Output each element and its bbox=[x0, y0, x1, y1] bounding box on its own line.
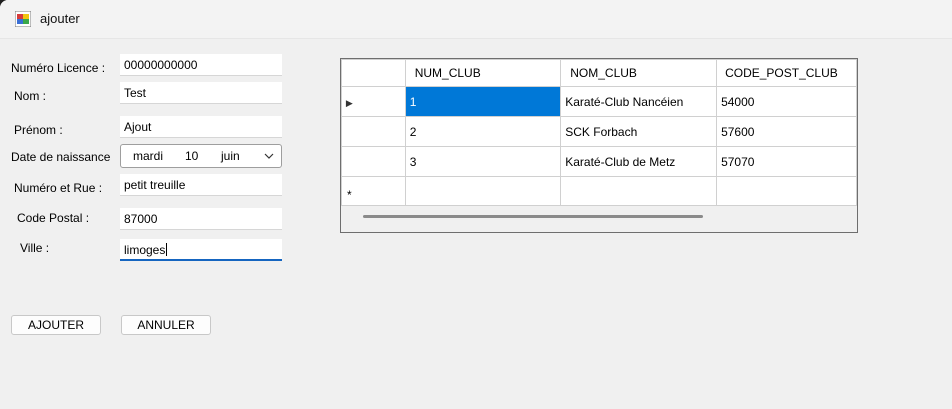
column-header[interactable]: NOM_CLUB bbox=[560, 59, 718, 87]
table-row[interactable]: 3 Karaté-Club de Metz 57070 bbox=[341, 146, 857, 177]
cp-field[interactable]: 87000 bbox=[120, 208, 282, 230]
row-header[interactable] bbox=[341, 146, 406, 177]
cell[interactable]: Karaté-Club de Metz bbox=[560, 146, 718, 177]
ajouter-button[interactable]: AJOUTER bbox=[11, 315, 101, 335]
clubs-grid[interactable]: NUM_CLUB NOM_CLUB CODE_POST_CLUB ▶ 1 Kar… bbox=[340, 58, 858, 233]
date-dayname: mardi bbox=[133, 149, 164, 163]
new-row-icon: * bbox=[347, 187, 352, 202]
scrollbar-thumb[interactable] bbox=[363, 215, 703, 218]
chevron-down-icon[interactable] bbox=[263, 150, 275, 162]
cell[interactable]: Karaté-Club Nancéien bbox=[560, 86, 718, 117]
table-row[interactable]: ▶ 1 Karaté-Club Nancéien 54000 bbox=[341, 86, 857, 117]
date-label: Date de naissance bbox=[11, 150, 111, 164]
cell[interactable]: 3 bbox=[404, 146, 562, 177]
annuler-button[interactable]: ANNULER bbox=[121, 315, 211, 335]
cell[interactable] bbox=[716, 176, 857, 207]
corner-header bbox=[341, 59, 406, 87]
window: ajouter Numéro Licence : Nom : Prénom : … bbox=[0, 0, 952, 409]
prenom-field[interactable]: Ajout bbox=[120, 116, 282, 138]
table-row[interactable]: 2 SCK Forbach 57600 bbox=[341, 116, 857, 147]
rue-label: Numéro et Rue : bbox=[14, 181, 103, 195]
cell[interactable]: 1 bbox=[404, 86, 562, 117]
cell[interactable]: 57600 bbox=[716, 116, 857, 147]
nom-field[interactable]: Test bbox=[120, 82, 282, 104]
clubs-table: NUM_CLUB NOM_CLUB CODE_POST_CLUB ▶ 1 Kar… bbox=[341, 59, 857, 207]
prenom-label: Prénom : bbox=[14, 123, 63, 137]
date-month: juin bbox=[221, 149, 240, 163]
header-row: NUM_CLUB NOM_CLUB CODE_POST_CLUB bbox=[341, 59, 857, 87]
nom-label: Nom : bbox=[14, 89, 47, 103]
row-header[interactable] bbox=[341, 116, 406, 147]
app-icon bbox=[15, 11, 31, 27]
current-row-icon: ▶ bbox=[345, 97, 353, 108]
ville-label: Ville : bbox=[20, 241, 50, 255]
licence-label: Numéro Licence : bbox=[11, 61, 106, 75]
cp-label: Code Postal : bbox=[17, 211, 90, 225]
column-header[interactable]: CODE_POST_CLUB bbox=[716, 59, 857, 87]
rue-field[interactable]: petit treuille bbox=[120, 174, 282, 196]
ville-value: limoges bbox=[124, 243, 166, 257]
title-bar: ajouter bbox=[0, 0, 952, 39]
cell[interactable]: 54000 bbox=[716, 86, 857, 117]
cell[interactable]: 57070 bbox=[716, 146, 857, 177]
licence-field[interactable]: 00000000000 bbox=[120, 54, 282, 76]
cell[interactable] bbox=[404, 176, 562, 207]
window-title: ajouter bbox=[40, 11, 80, 26]
row-header[interactable]: ▶ bbox=[341, 86, 406, 117]
column-header[interactable]: NUM_CLUB bbox=[404, 59, 562, 87]
birthdate-picker[interactable]: mardi 10 juin bbox=[120, 144, 282, 168]
date-day: 10 bbox=[185, 149, 199, 163]
cell[interactable]: SCK Forbach bbox=[560, 116, 718, 147]
cell[interactable]: 2 bbox=[404, 116, 562, 147]
ville-field[interactable]: limoges bbox=[120, 239, 282, 261]
text-caret bbox=[166, 243, 168, 256]
cell[interactable] bbox=[560, 176, 718, 207]
horizontal-scrollbar[interactable] bbox=[341, 205, 857, 232]
new-row[interactable]: * bbox=[341, 176, 857, 207]
row-header[interactable]: * bbox=[341, 176, 406, 207]
